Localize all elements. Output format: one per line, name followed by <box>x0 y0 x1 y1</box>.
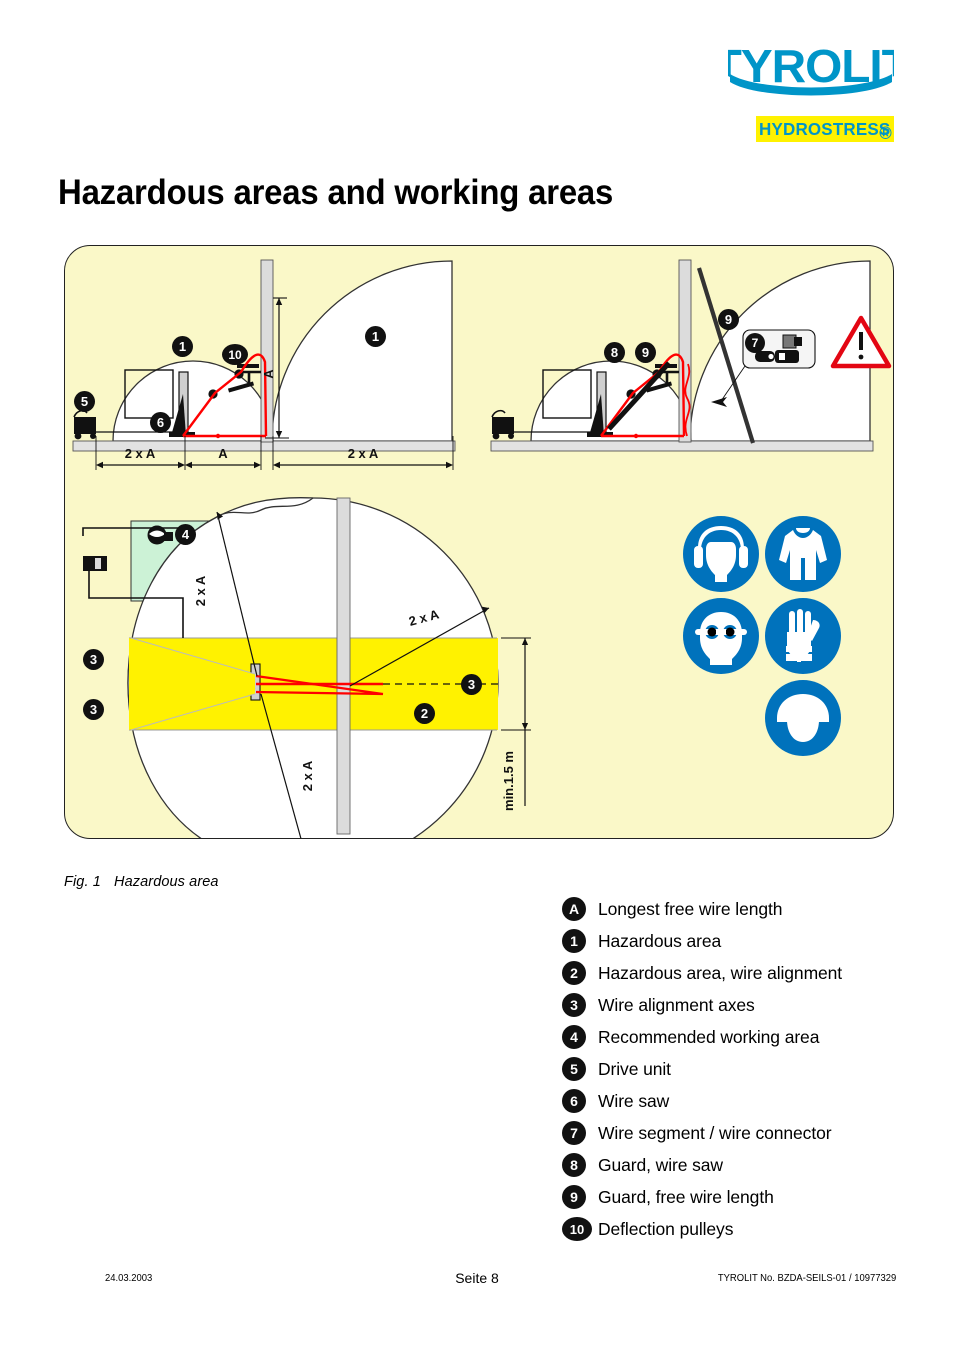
document-page: TYROLIT HYDROSTRESS ® Hazardous areas an… <box>0 0 954 1348</box>
callout-3-upper-left: 3 <box>83 649 104 670</box>
legend-badge-5: 5 <box>562 1057 586 1081</box>
callout-3-lower-left: 3 <box>83 699 104 720</box>
callout-1-left: 1 <box>172 336 193 357</box>
page-footer: 24.03.2003 Seite 8 TYROLIT No. BZDA-SEIL… <box>0 1270 954 1296</box>
legend-item-A: A Longest free wire length <box>562 893 942 925</box>
legend-badge-9: 9 <box>562 1185 586 1209</box>
legend-badge-2: 2 <box>562 961 586 985</box>
legend-item-4: 4 Recommended working area <box>562 1021 942 1053</box>
tyrolit-logo: TYROLIT HYDROSTRESS ® <box>728 38 894 160</box>
ear-protection-sign <box>683 516 759 592</box>
legend-item-1: 1 Hazardous area <box>562 925 942 957</box>
legend-label-3: Wire alignment axes <box>598 994 755 1015</box>
protective-clothing-sign <box>765 516 841 592</box>
dim-2a-plan-lower: 2 x A <box>300 760 315 791</box>
legend-item-6: 6 Wire saw <box>562 1085 942 1117</box>
callout-5: 5 <box>74 391 95 412</box>
callout-6: 6 <box>150 412 171 433</box>
hydrostress-wordmark: HYDROSTRESS ® <box>756 116 894 143</box>
callout-8: 8 <box>604 342 625 363</box>
legend-label-9: Guard, free wire length <box>598 1186 774 1207</box>
dim-vertical-a: A <box>261 369 276 379</box>
legend-badge-3: 3 <box>562 993 586 1017</box>
dim-a-middle: A <box>218 446 228 461</box>
legend-label-7: Wire segment / wire connector <box>598 1122 832 1143</box>
figure-caption-text: Hazardous area <box>114 874 219 890</box>
callout-7: 7 <box>745 333 765 353</box>
plan-view: 2 x A 2 x A 2 x A min.1.5 m <box>82 497 531 838</box>
callout-2: 2 <box>414 703 435 724</box>
hydrostress-text: HYDROSTRESS <box>759 118 891 139</box>
figure-caption-number: Fig. 1 <box>64 874 101 890</box>
elevation-view-guarded <box>490 259 892 452</box>
callout-9-upper: 9 <box>718 309 739 330</box>
dim-min-height: min.1.5 m <box>501 751 516 811</box>
legend-label-6: Wire saw <box>598 1090 670 1111</box>
legend-badge-A: A <box>562 897 586 921</box>
legend-badge-8: 8 <box>562 1153 586 1177</box>
legend-item-9: 9 Guard, free wire length <box>562 1181 942 1213</box>
callout-3-right: 3 <box>461 674 482 695</box>
protective-gloves-sign <box>765 598 841 674</box>
legend-badge-7: 7 <box>562 1121 586 1145</box>
legend-badge-1: 1 <box>562 929 586 953</box>
legend-label-1: Hazardous area <box>598 930 722 951</box>
legend-badge-4: 4 <box>562 1025 586 1049</box>
legend-item-7: 7 Wire segment / wire connector <box>562 1117 942 1149</box>
legend-item-10: 10 Deflection pulleys <box>562 1213 942 1245</box>
eye-protection-sign <box>683 598 759 674</box>
legend-list: A Longest free wire length 1 Hazardous a… <box>562 893 942 1245</box>
legend-item-8: 8 Guard, wire saw <box>562 1149 942 1181</box>
figure-panel: A 2 x A A 2 x A 2 x A 2 x A 2 x A min.1.… <box>64 245 894 839</box>
legend-item-5: 5 Drive unit <box>562 1053 942 1085</box>
legend-label-2: Hazardous area, wire alignment <box>598 962 843 983</box>
callout-9-lower: 9 <box>635 342 656 363</box>
legend-label-8: Guard, wire saw <box>598 1154 723 1175</box>
dim-2a-plan-upper: 2 x A <box>193 575 208 606</box>
elevation-view-unguarded: A 2 x A A 2 x A <box>72 259 456 470</box>
legend-label-5: Drive unit <box>598 1058 671 1079</box>
hard-hat-sign <box>765 680 841 756</box>
legend-item-3: 3 Wire alignment axes <box>562 989 942 1021</box>
page-title: Hazardous areas and working areas <box>58 173 614 213</box>
callout-4: 4 <box>175 524 196 545</box>
legend-badge-6: 6 <box>562 1089 586 1113</box>
legend-item-2: 2 Hazardous area, wire alignment <box>562 957 942 989</box>
dim-2a-right: 2 x A <box>348 446 379 461</box>
footer-doc-reference: TYROLIT No. BZDA-SEILS-01 / 10977329 <box>717 1272 896 1284</box>
dim-2a-left: 2 x A <box>125 446 156 461</box>
legend-label-10: Deflection pulleys <box>598 1218 734 1239</box>
registered-mark-icon: ® <box>879 123 892 143</box>
callout-1-right: 1 <box>365 326 386 347</box>
figure-caption: Fig. 1 Hazardous area <box>64 874 219 890</box>
callout-10: 10 <box>222 344 248 365</box>
legend-badge-10: 10 <box>562 1217 592 1241</box>
legend-label-4: Recommended working area <box>598 1026 820 1047</box>
tyrolit-wordmark-icon: TYROLIT <box>728 41 894 100</box>
legend-label-A: Longest free wire length <box>598 898 783 919</box>
